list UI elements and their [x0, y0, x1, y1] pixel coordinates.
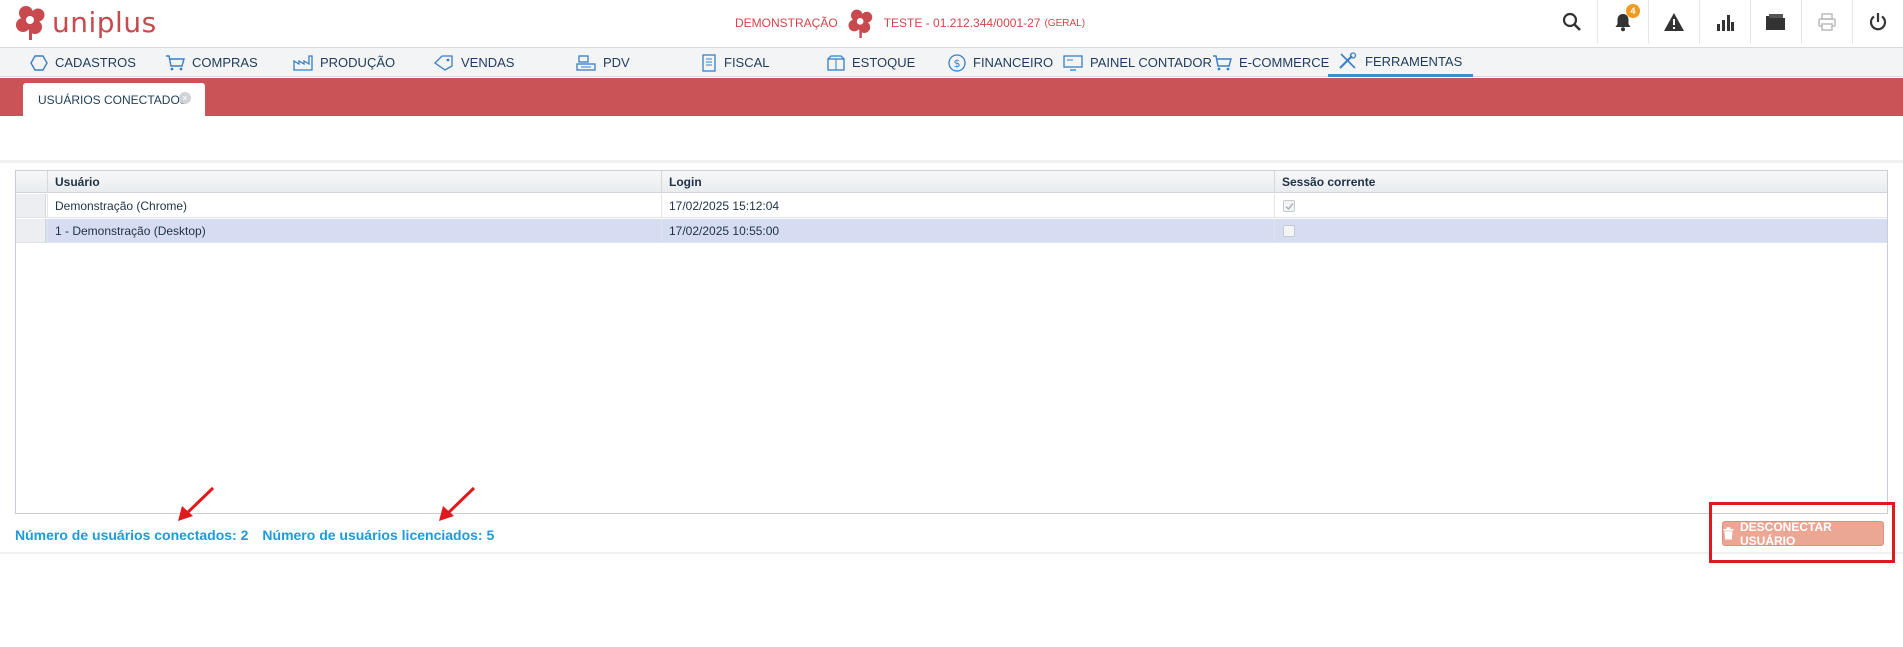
menu-ferramentas[interactable]: FERRAMENTAS — [1328, 48, 1474, 77]
highlight-box: DESCONECTAR USUÁRIO — [1709, 502, 1895, 563]
connected-users-table: Usuário Login Sessão corrente Demonstraç… — [15, 170, 1888, 514]
column-header-usuario[interactable]: Usuário — [47, 171, 661, 193]
box-icon — [827, 54, 845, 71]
power-icon — [1869, 13, 1887, 31]
factory-icon — [293, 54, 313, 71]
files-button[interactable] — [1750, 0, 1801, 44]
cart-icon — [1212, 54, 1232, 71]
tab-bar: USUÁRIOS CONECTADOS × — [0, 78, 1903, 116]
menu-vendas[interactable]: VENDAS — [434, 48, 514, 77]
current-session-checkbox — [1283, 200, 1295, 212]
cell-sessao-corrente — [1274, 194, 1888, 218]
menu-estoque[interactable]: ESTOQUE — [827, 48, 915, 77]
menu-e-commerce[interactable]: E-COMMERCE — [1212, 48, 1329, 77]
menu-compras[interactable]: COMPRAS — [165, 48, 258, 77]
table-row[interactable]: Demonstração (Chrome) 17/02/2025 15:12:0… — [16, 194, 1887, 218]
svg-text:$: $ — [954, 57, 961, 70]
company-logo-icon — [848, 9, 872, 38]
menu-cadastros[interactable]: CADASTROS — [30, 48, 136, 77]
bar-chart-icon — [1717, 15, 1734, 31]
user-counters: Número de usuários conectados: 2 Número … — [15, 527, 508, 543]
alerts-button[interactable] — [1648, 0, 1699, 44]
annotation-arrow — [178, 486, 215, 521]
monitor-icon — [1063, 54, 1083, 71]
checkmark-icon — [1285, 203, 1294, 211]
logo-text: uniplus — [52, 5, 157, 39]
logo-flower-icon — [16, 6, 45, 40]
notifications-button[interactable]: 4 — [1597, 0, 1648, 44]
menu-pdv[interactable]: PDV — [576, 48, 630, 77]
menu-financeiro[interactable]: $ FINANCEIRO — [948, 48, 1053, 77]
menu-label: CADASTROS — [55, 55, 136, 70]
cart-icon — [165, 54, 185, 71]
register-icon — [576, 54, 596, 71]
divider — [0, 160, 1903, 163]
divider — [0, 552, 1903, 554]
hexagon-icon — [30, 54, 48, 71]
menu-label: E-COMMERCE — [1239, 55, 1330, 70]
dollar-icon: $ — [948, 53, 966, 72]
menu-label: FINANCEIRO — [973, 55, 1054, 70]
menu-label: FERRAMENTAS — [1365, 53, 1463, 69]
menu-label: PRODUÇÃO — [320, 55, 396, 70]
disconnect-user-label: DESCONECTAR USUÁRIO — [1740, 519, 1832, 548]
company-scope: (GERAL) — [1044, 17, 1086, 29]
licensed-users-count: Número de usuários licenciados: 5 — [262, 527, 495, 543]
cell-usuario: Demonstração (Chrome) — [47, 194, 661, 218]
menu-label: ESTOQUE — [852, 55, 916, 70]
document-icon — [701, 53, 717, 72]
tab-label: USUÁRIOS CONECTADOS — [38, 92, 188, 107]
cell-login: 17/02/2025 15:12:04 — [661, 194, 1274, 218]
current-session-checkbox — [1283, 225, 1295, 237]
annotation-arrow — [439, 486, 476, 521]
top-toolbar: 4 — [1546, 0, 1903, 44]
warning-icon — [1664, 13, 1684, 31]
folder-icon — [1766, 14, 1785, 30]
print-button[interactable] — [1801, 0, 1852, 44]
notifications-count-badge: 4 — [1626, 4, 1640, 18]
tools-icon — [1338, 52, 1358, 70]
row-header-corner — [16, 171, 46, 193]
menu-fiscal[interactable]: FISCAL — [701, 48, 770, 77]
table-row[interactable]: 1 - Demonstração (Desktop) 17/02/2025 10… — [16, 219, 1887, 243]
tag-icon — [434, 54, 454, 71]
menu-label: FISCAL — [724, 55, 770, 70]
logout-button[interactable] — [1852, 0, 1903, 44]
row-header[interactable] — [16, 219, 46, 242]
cell-login: 17/02/2025 10:55:00 — [661, 219, 1274, 243]
main-menu: CADASTROS COMPRAS PRODUÇÃO VENDAS PDV FI… — [0, 47, 1903, 77]
search-icon — [1562, 12, 1581, 31]
environment-mode: DEMONSTRAÇÃO — [735, 16, 838, 30]
menu-producao[interactable]: PRODUÇÃO — [293, 48, 395, 77]
printer-icon — [1818, 13, 1836, 31]
menu-label: COMPRAS — [192, 55, 258, 70]
connected-users-count: Número de usuários conectados: 2 — [15, 527, 249, 543]
column-header-login[interactable]: Login — [661, 171, 1274, 193]
reports-button[interactable] — [1699, 0, 1750, 44]
trash-icon — [1723, 527, 1734, 540]
menu-label: PDV — [603, 55, 630, 70]
column-header-sessao-corrente[interactable]: Sessão corrente — [1274, 171, 1888, 193]
cell-sessao-corrente — [1274, 219, 1888, 243]
menu-label: VENDAS — [461, 55, 515, 70]
table-header: Usuário Login Sessão corrente — [16, 171, 1887, 193]
search-button[interactable] — [1546, 0, 1597, 44]
company-name: TESTE - 01.212.344/0001-27 — [883, 16, 1041, 30]
cell-usuario: 1 - Demonstração (Desktop) — [47, 219, 661, 243]
company-selector[interactable]: DEMONSTRAÇÃO TESTE - 01.212.344/0001-27 … — [735, 9, 1086, 38]
top-header: uniplus DEMONSTRAÇÃO TESTE - 01.212.344/… — [0, 0, 1903, 46]
uniplus-logo[interactable]: uniplus — [14, 1, 157, 43]
menu-painel-contador[interactable]: PAINEL CONTADOR — [1063, 48, 1212, 77]
close-icon[interactable]: × — [179, 92, 191, 104]
row-header[interactable] — [16, 194, 46, 217]
tab-usuarios-conectados[interactable]: USUÁRIOS CONECTADOS × — [23, 83, 205, 116]
disconnect-user-button[interactable]: DESCONECTAR USUÁRIO — [1722, 519, 1884, 548]
menu-label: PAINEL CONTADOR — [1090, 55, 1212, 70]
